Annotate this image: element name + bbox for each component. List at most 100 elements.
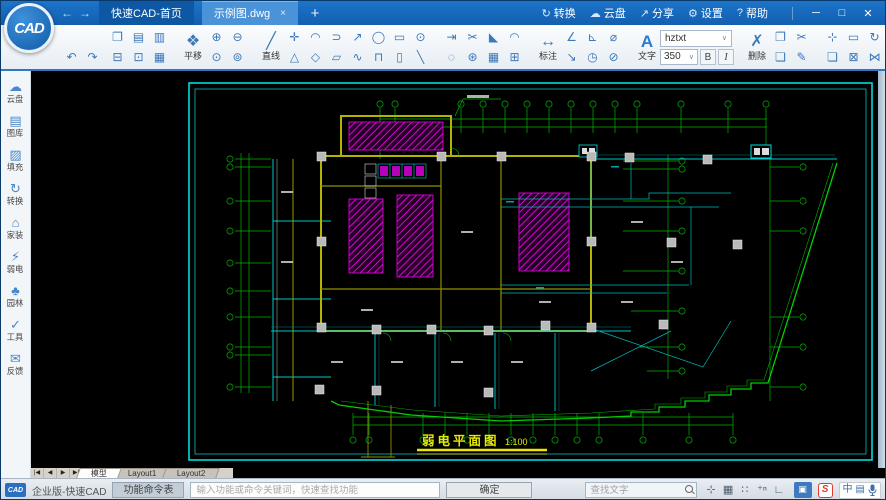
sidebar-item-low-voltage[interactable]: ⚡ 弱电 — [1, 246, 30, 280]
paste-icon[interactable]: ❏ — [770, 47, 791, 67]
print-icon[interactable]: ⊟ — [107, 47, 128, 67]
help-button[interactable]: ? 帮助 — [737, 5, 768, 21]
polygon-icon[interactable]: ◇ — [305, 47, 326, 67]
sidebar-item-gallery[interactable]: ▤ 图库 — [1, 110, 30, 144]
grid-icon[interactable]: ▦ — [720, 481, 737, 499]
settings-button[interactable]: ⚙ 设置 — [688, 5, 723, 21]
open-file-icon[interactable]: ❐ — [107, 27, 128, 47]
undo-icon[interactable]: ↶ — [61, 47, 82, 67]
rotate-icon[interactable]: ↻ — [864, 27, 885, 47]
drawing-canvas[interactable]: 弱电平面图 1:100 — [31, 71, 885, 468]
ok-button[interactable]: 确定 — [446, 482, 533, 498]
zoom-in-icon[interactable]: ⊕ — [206, 27, 227, 47]
cloud-disk-button[interactable]: ☁ 云盘 — [590, 5, 626, 21]
tab-home[interactable]: 快速CAD-首页 — [99, 1, 194, 25]
command-list-button[interactable]: 功能命令表 — [112, 482, 185, 498]
construction-line-icon[interactable]: ✛ — [284, 27, 305, 47]
fillet-icon[interactable]: ◠ — [504, 27, 525, 47]
hatch-icon[interactable]: ⊛ — [462, 47, 483, 67]
chamfer-icon[interactable]: ◣ — [483, 27, 504, 47]
trim-icon[interactable]: ✂ — [462, 27, 483, 47]
spline-icon[interactable]: ∿ — [347, 47, 368, 67]
text-size-select[interactable]: 350 ∨ — [660, 48, 698, 65]
bold-button[interactable]: B — [700, 48, 716, 65]
export-image-icon[interactable]: ⊡ — [128, 47, 149, 67]
clone-icon[interactable]: ❏ — [822, 47, 843, 67]
mirror-icon[interactable]: ⋈ — [864, 47, 885, 67]
rect-tall-icon[interactable]: ▯ — [389, 47, 410, 67]
stretch-icon[interactable]: ⇥ — [441, 27, 462, 47]
block-icon[interactable]: ⊞ — [504, 47, 525, 67]
sogou-ime-icon[interactable]: S — [817, 482, 833, 498]
dot-grid-icon[interactable]: ∷ — [737, 481, 754, 499]
arc-dim-icon[interactable]: ◷ — [582, 47, 603, 67]
vertical-scrollbar[interactable] — [878, 71, 885, 468]
microphone-icon[interactable] — [868, 484, 877, 496]
keyboard-icon[interactable]: ▤ — [856, 482, 865, 498]
scale-icon[interactable]: ▭ — [843, 27, 864, 47]
next-layout-button[interactable]: ▶ — [57, 468, 70, 478]
object-snap-icon[interactable]: ⁺ⁿ — [754, 481, 771, 499]
parallelogram-icon[interactable]: ▱ — [326, 47, 347, 67]
close-tab-icon[interactable]: × — [280, 8, 286, 19]
radius-dim-icon[interactable]: ⊾ — [582, 27, 603, 47]
save-icon[interactable]: ▤ — [128, 27, 149, 47]
insert-image-icon[interactable]: ▦ — [149, 47, 170, 67]
pan-tool-button[interactable]: ❖ 平移 — [180, 33, 206, 62]
back-arrow-icon[interactable]: ← — [61, 6, 73, 20]
sidebar-item-hatch[interactable]: ▨ 填充 — [1, 144, 30, 178]
save-as-icon[interactable]: ▥ — [149, 27, 170, 47]
ime-language-toggle[interactable]: 中 — [843, 482, 853, 498]
italic-button[interactable]: I — [718, 48, 734, 65]
ellipse-icon[interactable]: ⊙ — [410, 27, 431, 47]
maximize-button[interactable]: □ — [831, 7, 853, 20]
aligned-dim-icon[interactable]: ↘ — [561, 47, 582, 67]
ortho-icon[interactable]: ∟ — [771, 481, 788, 499]
close-button[interactable]: ✕ — [857, 7, 879, 20]
sidebar-item-landscape[interactable]: ♣ 园林 — [1, 280, 30, 314]
cut-icon[interactable]: ✂ — [791, 27, 812, 47]
triangle-icon[interactable]: △ — [284, 47, 305, 67]
share-button[interactable]: ↗ 分享 — [640, 5, 674, 21]
angular-dim-icon[interactable]: ∠ — [561, 27, 582, 47]
move-icon[interactable]: ⊹ — [822, 27, 843, 47]
line-tool-button[interactable]: ╱ 直线 — [258, 33, 284, 62]
diameter-dim-icon[interactable]: ⌀ — [603, 27, 624, 47]
zoom-out-icon[interactable]: ⊖ — [227, 27, 248, 47]
circle-icon[interactable]: ◯ — [368, 27, 389, 47]
find-text-input[interactable] — [585, 483, 682, 497]
prev-layout-button[interactable]: ◀ — [44, 468, 57, 478]
sidebar-item-cloud[interactable]: ☁ 云盘 — [1, 76, 30, 110]
text-tool-button[interactable]: A 文字 — [634, 32, 660, 62]
tab-layout2[interactable]: Layout2 — [162, 468, 221, 478]
sidebar-item-home-design[interactable]: ⌂ 家装 — [1, 212, 30, 246]
dimension-tool-button[interactable]: ↔ 标注 — [535, 33, 561, 62]
font-select[interactable]: hztxt ∨ — [660, 29, 732, 47]
rectangle-icon[interactable]: ▭ — [389, 27, 410, 47]
center-mark-icon[interactable]: ⊘ — [603, 47, 624, 67]
search-icon[interactable] — [682, 483, 696, 497]
sidebar-item-feedback[interactable]: ✉ 反馈 — [1, 348, 30, 382]
copy-icon[interactable]: ❐ — [770, 27, 791, 47]
format-brush-icon[interactable]: ✎ — [791, 47, 812, 67]
u-shape-icon[interactable]: ⊓ — [368, 47, 389, 67]
sidebar-item-convert[interactable]: ↻ 转换 — [1, 178, 30, 212]
tab-model[interactable]: 模型 — [76, 468, 122, 478]
offset-icon[interactable]: ◌ — [441, 47, 462, 67]
lock-icon[interactable]: ⊠ — [843, 47, 864, 67]
zoom-extents-icon[interactable]: ⊚ — [227, 47, 248, 67]
new-tab-button[interactable]: + — [306, 5, 324, 22]
sidebar-item-tools[interactable]: ✓ 工具 — [1, 314, 30, 348]
fullscreen-button[interactable]: ▣ — [793, 482, 812, 498]
snap-icon[interactable]: ⊹ — [703, 481, 720, 499]
first-layout-button[interactable]: |◀ — [31, 468, 44, 478]
revision-cloud-icon[interactable]: ⊃ — [326, 27, 347, 47]
minimize-button[interactable]: ─ — [805, 7, 827, 20]
zoom-window-icon[interactable]: ⊙ — [206, 47, 227, 67]
polyline-icon[interactable]: ↗ — [347, 27, 368, 47]
command-input[interactable] — [190, 482, 441, 498]
forward-arrow-icon[interactable]: → — [79, 6, 91, 20]
xline-icon[interactable]: ╲ — [410, 47, 431, 67]
redo-icon[interactable]: ↷ — [82, 47, 103, 67]
array-icon[interactable]: ▦ — [483, 47, 504, 67]
